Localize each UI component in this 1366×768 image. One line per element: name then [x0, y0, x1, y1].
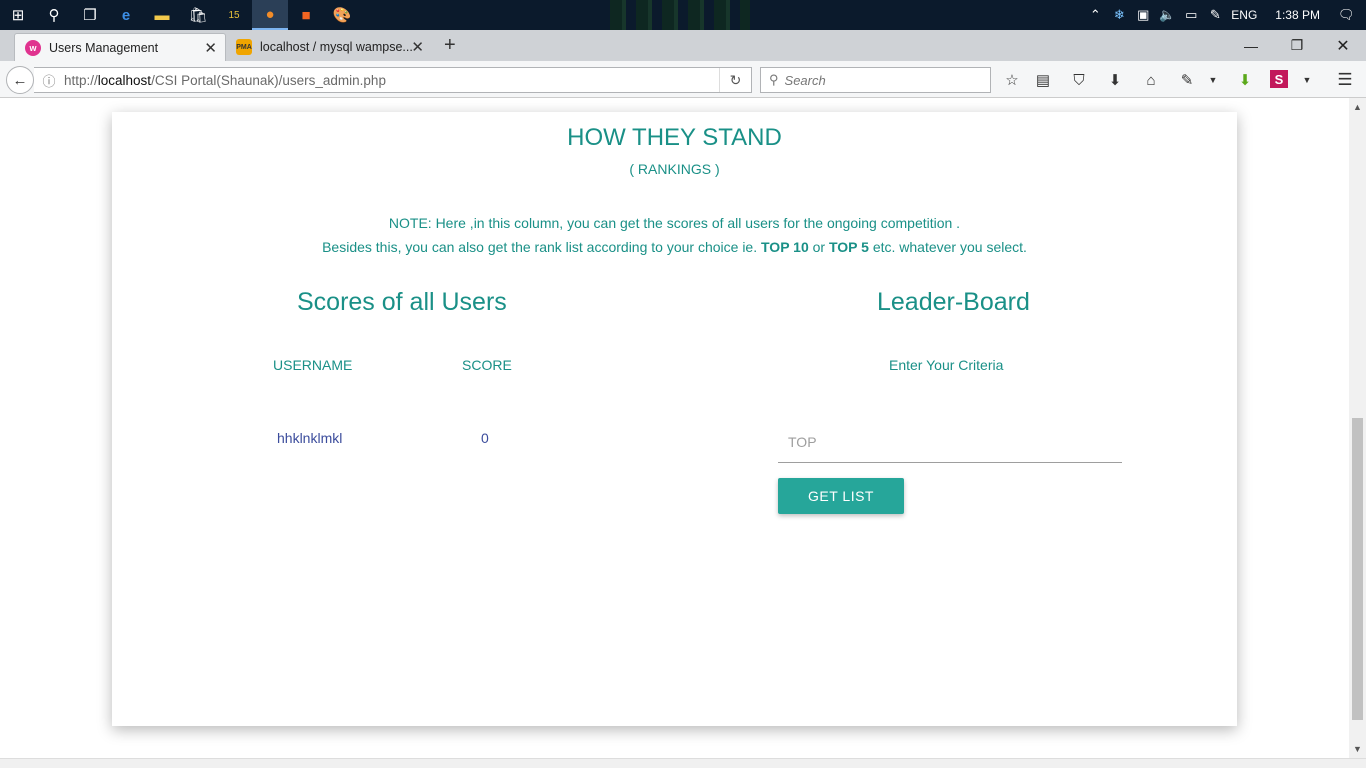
page-subtitle: ( RANKINGS ): [629, 161, 720, 177]
chevron-up-icon[interactable]: ⌃: [1087, 7, 1103, 23]
get-list-button[interactable]: GET LIST: [778, 478, 904, 514]
system-tray: ⌃ ❄ ▣ 🔈 ▭ ✎ ENG 1:38 PM 🗨: [1087, 0, 1366, 30]
minimize-icon[interactable]: —: [1228, 30, 1274, 61]
dropdown-icon[interactable]: ▼: [1202, 70, 1224, 90]
task-view-icon[interactable]: ❐: [72, 0, 108, 30]
pen-icon[interactable]: ✎: [1207, 7, 1223, 23]
volume-icon[interactable]: 🔈: [1159, 7, 1175, 23]
reading-list-icon[interactable]: ▤: [1032, 70, 1054, 90]
criteria-label: Enter Your Criteria: [889, 357, 1004, 373]
store-icon[interactable]: 🛍: [180, 0, 216, 30]
note-line-1: NOTE: Here ,in this column, you can get …: [388, 215, 961, 231]
download-icon[interactable]: ⬇: [1104, 70, 1126, 90]
note-text: NOTE: Here ,in this column, you can get …: [112, 211, 1237, 259]
close-tab-icon[interactable]: ✕: [204, 39, 217, 57]
page-scrollbar[interactable]: ▲ ▼: [1349, 98, 1366, 758]
note-or: or: [808, 239, 829, 255]
page-viewport: HOW THEY STAND ( RANKINGS ) NOTE: Here ,…: [0, 98, 1349, 758]
tab-title: localhost / mysql wampse...: [260, 40, 413, 54]
new-tab-icon[interactable]: +: [444, 34, 456, 57]
search-icon: ⚲: [769, 72, 779, 87]
browser-tab-strip: w Users Management ✕ PMA localhost / mys…: [0, 30, 1366, 61]
language-indicator[interactable]: ENG: [1231, 8, 1257, 22]
scroll-down-icon[interactable]: ▼: [1349, 744, 1366, 754]
scrollbar-thumb[interactable]: [1352, 418, 1363, 720]
column-header-username: USERNAME: [273, 357, 353, 373]
app15-icon[interactable]: 15: [216, 0, 252, 30]
note-line-2b: etc. whatever you select.: [868, 239, 1027, 255]
taskbar-background-decoration: [610, 0, 750, 30]
tools-icon[interactable]: ✎: [1176, 70, 1198, 90]
home-icon[interactable]: ⌂: [1140, 70, 1162, 90]
scroll-up-icon[interactable]: ▲: [1349, 102, 1366, 112]
tab-title: Users Management: [49, 40, 159, 55]
network-icon[interactable]: ▣: [1135, 7, 1151, 23]
column-header-score: SCORE: [462, 357, 512, 373]
dropdown-icon[interactable]: ▼: [1296, 70, 1318, 90]
note-top10: TOP 10: [761, 239, 809, 255]
bookmark-star-icon[interactable]: ☆: [1001, 70, 1023, 90]
notification-icon[interactable]: 🗨: [1338, 7, 1355, 23]
close-tab-icon[interactable]: ✕: [411, 38, 424, 56]
navigation-toolbar: ← ⓘ http://localhost/CSI Portal(Shaunak)…: [0, 61, 1366, 98]
clock[interactable]: 1:38 PM: [1275, 8, 1320, 22]
battery-icon[interactable]: ▭: [1183, 7, 1199, 23]
back-icon[interactable]: ←: [6, 66, 34, 94]
page-title: HOW THEY STAND: [567, 124, 782, 151]
start-icon[interactable]: ⊞: [0, 0, 36, 30]
restore-icon[interactable]: ❐: [1274, 30, 1320, 61]
paint-icon[interactable]: 🎨: [324, 0, 360, 30]
file-explorer-icon[interactable]: ▬: [144, 0, 180, 30]
note-line-2a: Besides this, you can also get the rank …: [322, 239, 761, 255]
search-field[interactable]: ⚲ Search: [760, 67, 991, 93]
pocket-icon[interactable]: ⛉: [1068, 70, 1090, 90]
status-strip: [0, 758, 1366, 768]
table-row-score: 0: [481, 430, 489, 446]
phpmyadmin-favicon-icon: PMA: [236, 39, 252, 55]
windows-taskbar: ⊞ ⚲ ❐ e ▬ 🛍 15 ● ■ 🎨 ⌃ ❄ ▣ 🔈 ▭ ✎ ENG 1:3…: [0, 0, 1366, 30]
url-path: /CSI Portal(Shaunak)/users_admin.php: [151, 72, 386, 88]
info-icon[interactable]: ⓘ: [34, 71, 64, 90]
search-icon[interactable]: ⚲: [36, 0, 72, 30]
url-prefix: http://: [64, 72, 98, 88]
url-bar[interactable]: ⓘ http://localhost/CSI Portal(Shaunak)/u…: [34, 67, 752, 93]
addon-download-icon[interactable]: ⬇: [1234, 70, 1256, 90]
close-window-icon[interactable]: ✕: [1320, 30, 1366, 61]
rankings-card: HOW THEY STAND ( RANKINGS ) NOTE: Here ,…: [112, 112, 1237, 726]
wamp-favicon-icon: w: [25, 39, 41, 56]
top-criteria-input[interactable]: [778, 421, 1122, 463]
addon-s-icon[interactable]: S: [1270, 70, 1288, 88]
snowflake-icon[interactable]: ❄: [1111, 7, 1127, 23]
firefox-icon[interactable]: ●: [252, 0, 288, 30]
sublime-icon[interactable]: ■: [288, 0, 324, 30]
table-row-username: hhklnklmkl: [277, 430, 343, 446]
scores-title: Scores of all Users: [297, 288, 507, 316]
tab-users-management[interactable]: w Users Management ✕: [14, 33, 226, 61]
url-host: localhost: [97, 72, 152, 88]
reload-icon[interactable]: ↻: [719, 68, 751, 92]
edge-icon[interactable]: e: [108, 0, 144, 30]
search-placeholder: Search: [784, 72, 826, 88]
tab-phpmyadmin[interactable]: PMA localhost / mysql wampse... ✕: [226, 33, 432, 61]
note-top5: TOP 5: [828, 239, 869, 255]
hamburger-menu-icon[interactable]: ☰: [1334, 70, 1356, 90]
leaderboard-title: Leader-Board: [877, 288, 1030, 316]
